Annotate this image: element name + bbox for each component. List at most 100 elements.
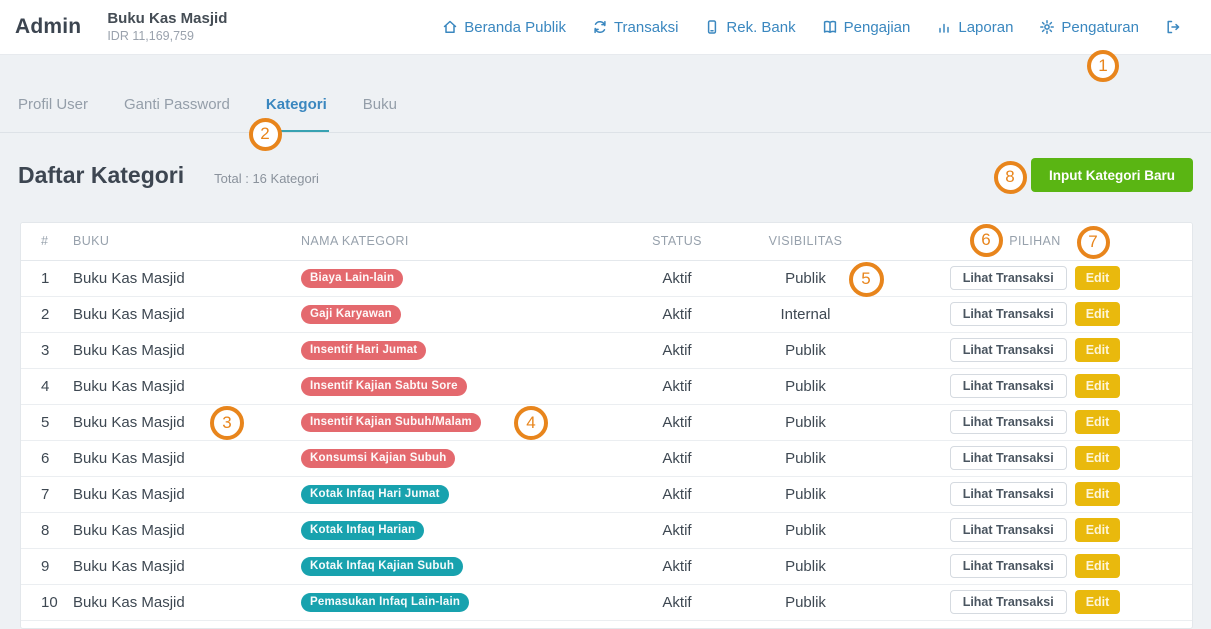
row-number: 2 xyxy=(21,296,73,332)
refresh-icon xyxy=(592,19,608,35)
chart-icon xyxy=(936,19,952,35)
row-number: 8 xyxy=(21,512,73,548)
edit-button[interactable]: Edit xyxy=(1075,374,1121,398)
table-row: 8 Buku Kas Masjid Kotak Infaq Harian Akt… xyxy=(21,512,1192,548)
total-category-count: Total : 16 Kategori xyxy=(214,171,319,186)
nav-label: Rek. Bank xyxy=(726,19,795,36)
row-number: 10 xyxy=(21,584,73,620)
nav-item-logout[interactable] xyxy=(1165,19,1181,35)
row-visibility: Publik xyxy=(733,368,878,404)
row-visibility: Publik xyxy=(733,512,878,548)
table-row: 9 Buku Kas Masjid Kotak Infaq Kajian Sub… xyxy=(21,548,1192,584)
lihat-transaksi-button[interactable]: Lihat Transaksi xyxy=(950,302,1067,326)
row-visibility: Publik xyxy=(733,404,878,440)
row-book-name: Buku Kas Masjid xyxy=(73,476,301,512)
title-row: Daftar Kategori Total : 16 Kategori Inpu… xyxy=(18,158,1193,192)
page-title: Daftar Kategori xyxy=(18,162,184,189)
table-row: 3 Buku Kas Masjid Insentif Hari Jumat Ak… xyxy=(21,332,1192,368)
col-header-pilihan: PILIHAN xyxy=(878,223,1192,260)
lihat-transaksi-button[interactable]: Lihat Transaksi xyxy=(950,410,1067,434)
nav-label: Beranda Publik xyxy=(464,19,566,36)
row-status: Aktif xyxy=(621,332,733,368)
row-visibility: Publik xyxy=(733,584,878,620)
main-nav: Beranda Publik Transaksi Rek. Bank Penga… xyxy=(442,19,1211,36)
book-icon xyxy=(822,19,838,35)
edit-button[interactable]: Edit xyxy=(1075,266,1121,290)
tab-kategori[interactable]: Kategori xyxy=(266,96,327,132)
row-book-name: Buku Kas Masjid xyxy=(73,440,301,476)
row-status: Aktif xyxy=(621,512,733,548)
active-book-block: Buku Kas Masjid IDR 11,169,759 xyxy=(107,10,227,44)
row-status: Aktif xyxy=(621,296,733,332)
edit-button[interactable]: Edit xyxy=(1075,554,1121,578)
nav-item-beranda-publik[interactable]: Beranda Publik xyxy=(442,19,566,36)
nav-item-pengajian[interactable]: Pengajian xyxy=(822,19,911,36)
nav-label: Pengaturan xyxy=(1061,19,1139,36)
row-visibility: Publik xyxy=(733,260,878,296)
nav-label: Transaksi xyxy=(614,19,678,36)
book-title: Buku Kas Masjid xyxy=(107,10,227,29)
nav-item-transaksi[interactable]: Transaksi xyxy=(592,19,678,36)
nav-label: Pengajian xyxy=(844,19,911,36)
row-book-name: Buku Kas Masjid xyxy=(73,548,301,584)
row-status: Aktif xyxy=(621,584,733,620)
nav-item-laporan[interactable]: Laporan xyxy=(936,19,1013,36)
col-header-status: STATUS xyxy=(621,223,733,260)
nav-label: Laporan xyxy=(958,19,1013,36)
category-badge: Kotak Infaq Kajian Subuh xyxy=(301,557,463,576)
category-badge: Insentif Kajian Subuh/Malam xyxy=(301,413,481,432)
lihat-transaksi-button[interactable]: Lihat Transaksi xyxy=(950,554,1067,578)
input-kategori-baru-button[interactable]: Input Kategori Baru xyxy=(1031,158,1193,192)
table-header-row: # BUKU NAMA KATEGORI STATUS VISIBILITAS … xyxy=(21,223,1192,260)
category-badge: Kotak Infaq Hari Jumat xyxy=(301,485,449,504)
category-badge: Konsumsi Kajian Subuh xyxy=(301,449,455,468)
edit-button[interactable]: Edit xyxy=(1075,410,1121,434)
nav-item-rek-bank[interactable]: Rek. Bank xyxy=(704,19,795,36)
edit-button[interactable]: Edit xyxy=(1075,302,1121,326)
row-book-name: Buku Kas Masjid xyxy=(73,512,301,548)
edit-button[interactable]: Edit xyxy=(1075,482,1121,506)
row-book-name: Buku Kas Masjid xyxy=(73,584,301,620)
lihat-transaksi-button[interactable]: Lihat Transaksi xyxy=(950,518,1067,542)
edit-button[interactable]: Edit xyxy=(1075,590,1121,614)
category-badge: Kotak Infaq Harian xyxy=(301,521,424,540)
edit-button[interactable]: Edit xyxy=(1075,518,1121,542)
col-header-buku: BUKU xyxy=(73,223,301,260)
lihat-transaksi-button[interactable]: Lihat Transaksi xyxy=(950,446,1067,470)
table-row: 4 Buku Kas Masjid Insentif Kajian Sabtu … xyxy=(21,368,1192,404)
col-header-kategori: NAMA KATEGORI xyxy=(301,223,621,260)
row-book-name: Buku Kas Masjid xyxy=(73,404,301,440)
lihat-transaksi-button[interactable]: Lihat Transaksi xyxy=(950,482,1067,506)
row-visibility: Internal xyxy=(733,296,878,332)
lihat-transaksi-button[interactable]: Lihat Transaksi xyxy=(950,266,1067,290)
nav-item-pengaturan[interactable]: Pengaturan xyxy=(1039,19,1139,36)
topbar: Admin Buku Kas Masjid IDR 11,169,759 Ber… xyxy=(0,0,1211,55)
tab-ganti-password[interactable]: Ganti Password xyxy=(124,96,230,132)
edit-button[interactable]: Edit xyxy=(1075,338,1121,362)
row-number: 7 xyxy=(21,476,73,512)
row-number: 6 xyxy=(21,440,73,476)
row-number: 1 xyxy=(21,260,73,296)
lihat-transaksi-button[interactable]: Lihat Transaksi xyxy=(950,374,1067,398)
lihat-transaksi-button[interactable]: Lihat Transaksi xyxy=(950,590,1067,614)
table-row: 7 Buku Kas Masjid Kotak Infaq Hari Jumat… xyxy=(21,476,1192,512)
table-row: 1 Buku Kas Masjid Biaya Lain-lain Aktif … xyxy=(21,260,1192,296)
table-row: 10 Buku Kas Masjid Pemasukan Infaq Lain-… xyxy=(21,584,1192,620)
tabs-divider xyxy=(0,132,1211,133)
col-header-num: # xyxy=(21,223,73,260)
category-badge: Insentif Hari Jumat xyxy=(301,341,426,360)
row-book-name: Buku Kas Masjid xyxy=(73,332,301,368)
col-header-visibilitas: VISIBILITAS xyxy=(733,223,878,260)
row-status: Aktif xyxy=(621,476,733,512)
edit-button[interactable]: Edit xyxy=(1075,446,1121,470)
row-book-name: Buku Kas Masjid xyxy=(73,368,301,404)
row-status: Aktif xyxy=(621,368,733,404)
row-status: Aktif xyxy=(621,260,733,296)
logout-icon xyxy=(1165,19,1181,35)
row-status: Aktif xyxy=(621,440,733,476)
tab-profil-user[interactable]: Profil User xyxy=(18,96,88,132)
gear-icon xyxy=(1039,19,1055,35)
lihat-transaksi-button[interactable]: Lihat Transaksi xyxy=(950,338,1067,362)
tab-buku[interactable]: Buku xyxy=(363,96,397,132)
category-badge: Gaji Karyawan xyxy=(301,305,401,324)
